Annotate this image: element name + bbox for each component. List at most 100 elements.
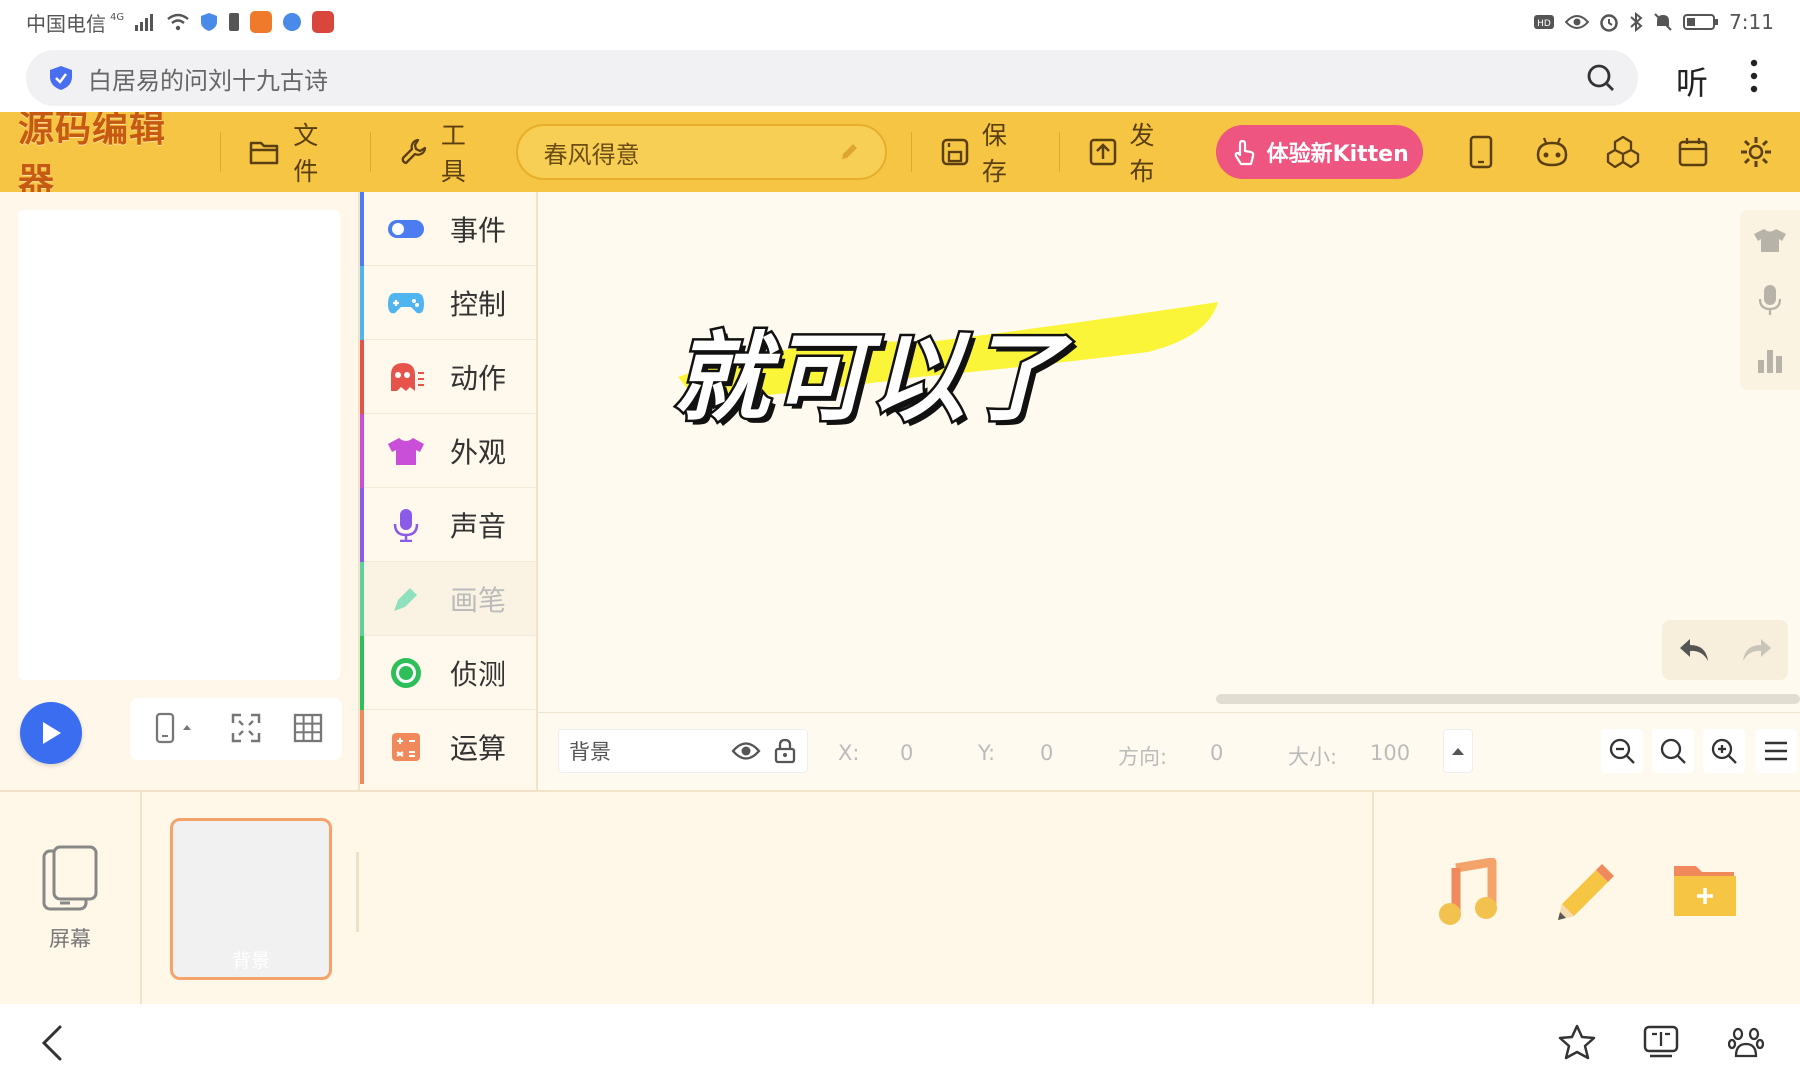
category-label: 侦测 bbox=[450, 657, 507, 691]
redo-icon bbox=[1742, 639, 1771, 661]
category-pen[interactable]: 画笔 bbox=[360, 562, 536, 636]
expand-properties-button[interactable] bbox=[1443, 729, 1473, 773]
add-folder-icon bbox=[1674, 866, 1736, 916]
zoom-in-button[interactable] bbox=[1703, 729, 1745, 773]
eye-visibility-icon[interactable] bbox=[731, 740, 761, 762]
device-orientation-button[interactable] bbox=[138, 696, 210, 760]
wifi-icon bbox=[166, 13, 190, 31]
size-label: 大小: bbox=[1288, 745, 1338, 769]
category-label: 声音 bbox=[450, 509, 507, 543]
x-value[interactable]: 0 bbox=[900, 741, 913, 765]
direction-value[interactable]: 0 bbox=[1210, 741, 1223, 765]
grid-toggle-button[interactable] bbox=[276, 696, 340, 760]
play-icon bbox=[43, 722, 61, 744]
divider bbox=[356, 852, 359, 932]
costume-tool-button[interactable] bbox=[1740, 210, 1800, 270]
stage-canvas[interactable] bbox=[18, 210, 340, 680]
zoom-reset-button[interactable] bbox=[1652, 729, 1694, 773]
undo-icon bbox=[1679, 639, 1708, 661]
network-type: 4G bbox=[110, 11, 125, 23]
extensions-button[interactable] bbox=[1587, 134, 1658, 170]
category-sensing[interactable]: 侦测 bbox=[360, 636, 536, 710]
calendar-button[interactable] bbox=[1658, 136, 1729, 168]
more-menu-icon[interactable] bbox=[1748, 58, 1760, 98]
divider bbox=[369, 132, 371, 172]
paw-menu-button[interactable] bbox=[1727, 1024, 1765, 1064]
category-label: 外观 bbox=[450, 435, 507, 469]
sound-tool-button[interactable] bbox=[1740, 270, 1800, 330]
hd-icon: HD bbox=[1533, 13, 1555, 31]
toggle-icon bbox=[384, 212, 428, 246]
sprite-selector[interactable]: 背景 bbox=[558, 729, 808, 773]
signal-icon bbox=[134, 13, 156, 31]
zoom-reset-icon bbox=[1660, 738, 1686, 764]
save-icon bbox=[941, 138, 969, 166]
robot-assistant-button[interactable] bbox=[1516, 135, 1587, 169]
mute-icon bbox=[1653, 12, 1673, 32]
run-button[interactable] bbox=[20, 702, 82, 764]
redo-button[interactable] bbox=[1725, 620, 1788, 680]
stats-tool-button[interactable] bbox=[1740, 330, 1800, 390]
try-kitten-button[interactable]: 体验新Kitten bbox=[1216, 125, 1424, 179]
category-color-bar bbox=[360, 488, 364, 562]
y-value[interactable]: 0 bbox=[1040, 741, 1053, 765]
listen-button[interactable]: 听 bbox=[1676, 58, 1708, 104]
target-icon bbox=[384, 656, 428, 690]
paint-button[interactable] bbox=[1550, 858, 1620, 932]
asset-add-panel bbox=[1372, 792, 1800, 1006]
category-control[interactable]: 控制 bbox=[360, 266, 536, 340]
add-sound-button[interactable] bbox=[1434, 857, 1504, 932]
app-logo: 源码编辑器 bbox=[18, 112, 167, 192]
ghost-icon bbox=[384, 360, 428, 394]
workspace-menu-button[interactable] bbox=[1755, 729, 1797, 773]
screen-tab[interactable]: 屏幕 bbox=[0, 792, 142, 1006]
category-label: 画笔 bbox=[450, 583, 507, 617]
background-thumbnail[interactable]: 背景 bbox=[170, 818, 332, 980]
category-sound[interactable]: 声音 bbox=[360, 488, 536, 562]
file-menu-button[interactable]: 文件 bbox=[241, 116, 350, 188]
reader-mode-button[interactable] bbox=[1642, 1024, 1680, 1064]
category-operators[interactable]: 运算 bbox=[360, 710, 536, 784]
tablet-screen-icon bbox=[42, 845, 98, 911]
category-looks[interactable]: 外观 bbox=[360, 414, 536, 488]
book-icon bbox=[1643, 1025, 1679, 1058]
category-color-bar bbox=[360, 266, 364, 340]
back-button[interactable] bbox=[40, 1024, 64, 1066]
publish-button[interactable]: 发布 bbox=[1080, 116, 1187, 188]
status-bar: 中国电信 4G HD 7:11 bbox=[0, 0, 1800, 44]
alarm-icon bbox=[1599, 12, 1619, 32]
search-icon[interactable] bbox=[1586, 63, 1616, 93]
bookmark-button[interactable] bbox=[1558, 1024, 1596, 1064]
category-color-bar bbox=[360, 192, 364, 266]
address-bar[interactable]: 白居易的问刘十九古诗 bbox=[26, 50, 1638, 106]
microphone-icon bbox=[384, 508, 428, 542]
lock-icon[interactable] bbox=[773, 738, 797, 764]
workspace-scrollbar[interactable] bbox=[1216, 694, 1800, 704]
carrier-label: 中国电信 bbox=[26, 11, 106, 36]
zoom-out-button[interactable] bbox=[1601, 729, 1643, 773]
screen-tab-label: 屏幕 bbox=[49, 927, 91, 951]
stage-panel bbox=[0, 192, 358, 790]
try-kitten-label: 体验新Kitten bbox=[1266, 142, 1409, 167]
touch-hand-icon bbox=[1234, 139, 1254, 166]
globe-app-icon bbox=[282, 12, 302, 32]
fullscreen-button[interactable] bbox=[214, 696, 278, 760]
undo-button[interactable] bbox=[1662, 620, 1725, 680]
bar-chart-icon bbox=[1758, 350, 1782, 373]
category-motion[interactable]: 动作 bbox=[360, 340, 536, 414]
pencil-edit-icon bbox=[841, 144, 857, 159]
project-name-field[interactable]: 春风得意 bbox=[515, 124, 887, 180]
size-value[interactable]: 100 bbox=[1370, 741, 1410, 765]
paw-icon bbox=[1727, 1027, 1765, 1058]
category-events[interactable]: 事件 bbox=[360, 192, 536, 266]
upload-asset-button[interactable] bbox=[1672, 858, 1738, 924]
save-button[interactable]: 保存 bbox=[932, 116, 1039, 188]
block-workspace[interactable]: 就可以了 bbox=[538, 192, 1800, 712]
device-preview-button[interactable] bbox=[1445, 135, 1516, 169]
background-thumbnail-label: 背景 bbox=[231, 950, 270, 972]
gear-icon bbox=[1740, 137, 1771, 167]
game-app-icon bbox=[312, 11, 335, 33]
tools-menu-button[interactable]: 工具 bbox=[391, 116, 498, 188]
settings-button[interactable] bbox=[1729, 135, 1800, 169]
folder-icon bbox=[250, 141, 279, 165]
